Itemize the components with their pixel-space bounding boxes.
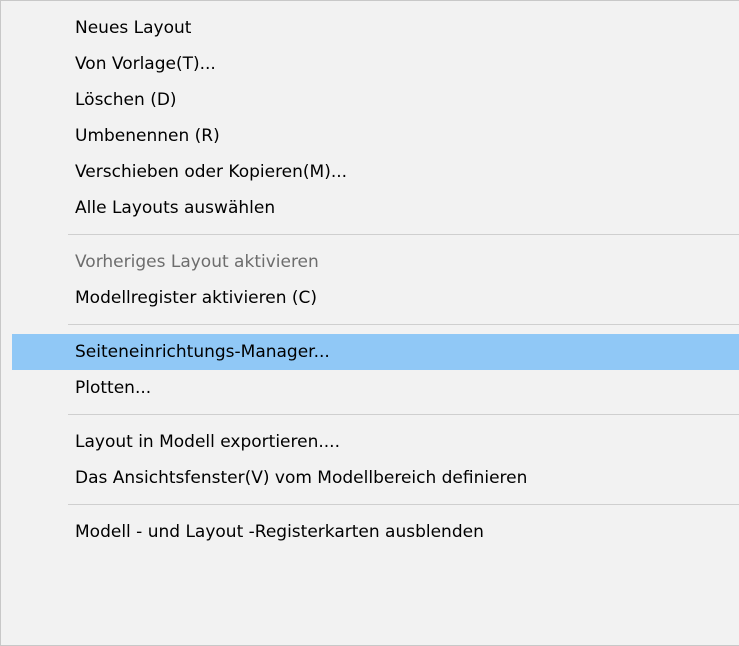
menu-item-rename[interactable]: Umbenennen (R) <box>1 118 739 154</box>
menu-item-select-all-layouts[interactable]: Alle Layouts auswählen <box>1 190 739 226</box>
menu-item-new-layout[interactable]: Neues Layout <box>1 10 739 46</box>
menu-item-delete[interactable]: Löschen (D) <box>1 82 739 118</box>
menu-item-export-layout-to-model[interactable]: Layout in Modell exportieren.... <box>1 424 739 460</box>
menu-separator <box>68 504 739 505</box>
menu-separator <box>68 234 739 235</box>
menu-item-activate-model-tab[interactable]: Modellregister aktivieren (C) <box>1 280 739 316</box>
menu-item-page-setup-manager[interactable]: Seiteneinrichtungs-Manager... <box>12 334 739 370</box>
menu-separator <box>68 414 739 415</box>
menu-separator <box>68 324 739 325</box>
layout-tab-context-menu: Neues Layout Von Vorlage(T)... Löschen (… <box>0 0 739 646</box>
menu-item-activate-previous-layout: Vorheriges Layout aktivieren <box>75 252 319 272</box>
menu-item-plot[interactable]: Plotten... <box>1 370 739 406</box>
menu-item-from-template[interactable]: Von Vorlage(T)... <box>1 46 739 82</box>
menu-item-hide-layout-and-model-tabs[interactable]: Modell - und Layout -Registerkarten ausb… <box>1 514 739 550</box>
menu-item-move-or-copy[interactable]: Verschieben oder Kopieren(M)... <box>1 154 739 190</box>
menu-item-define-viewport-from-model-space[interactable]: Das Ansichtsfenster(V) vom Modellbereich… <box>1 460 739 496</box>
